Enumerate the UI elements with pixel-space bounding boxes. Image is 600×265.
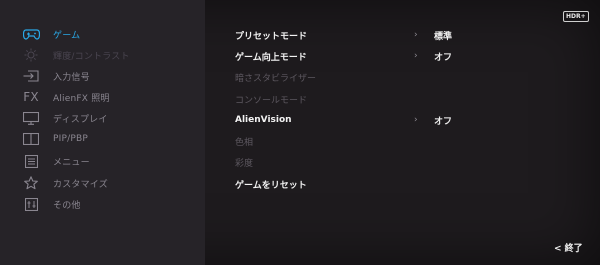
sidebar-item-game[interactable]: ゲーム bbox=[22, 24, 80, 44]
chevron-right-icon: › bbox=[414, 51, 418, 61]
menu-item-saturation: 彩度 bbox=[235, 153, 253, 171]
monitor-osd: ゲーム 輝度/コントラスト 入力信号 FX AlienFX 照明 ディスプレイ bbox=[0, 0, 600, 265]
brightness-icon bbox=[22, 48, 40, 62]
others-icon bbox=[22, 197, 40, 211]
menu-item-value: オフ bbox=[434, 52, 453, 63]
menu-item-label: プリセットモード bbox=[235, 31, 308, 42]
chevron-right-icon: › bbox=[414, 115, 418, 125]
menu-item-hue: 色相 bbox=[235, 132, 253, 150]
star-icon bbox=[22, 176, 40, 190]
menu-item-label: ゲームをリセット bbox=[235, 180, 307, 191]
sidebar-item-label: PIP/PBP bbox=[53, 134, 88, 144]
exit-button[interactable]: < 終了 bbox=[554, 241, 583, 254]
sidebar-item-label: ゲーム bbox=[53, 30, 81, 41]
menu-item-value: オフ bbox=[434, 116, 453, 127]
sidebar-item-menu[interactable]: メニュー bbox=[22, 151, 90, 171]
sidebar-item-label: カスタマイズ bbox=[53, 179, 108, 190]
menu-item-console-mode: コンソールモード bbox=[235, 90, 307, 108]
sidebar-item-customize[interactable]: カスタマイズ bbox=[22, 173, 108, 193]
sidebar-item-alienfx[interactable]: FX AlienFX 照明 bbox=[22, 87, 110, 107]
menu-item-label: 色相 bbox=[235, 137, 254, 148]
sidebar-item-label: 輝度/コントラスト bbox=[53, 51, 130, 62]
sidebar-item-input-source[interactable]: 入力信号 bbox=[22, 66, 90, 86]
fx-icon: FX bbox=[23, 90, 39, 104]
menu-item-value: 標準 bbox=[434, 31, 453, 42]
sidebar-item-label: AlienFX 照明 bbox=[53, 93, 110, 104]
pip-icon bbox=[22, 132, 40, 146]
sidebar-item-label: ディスプレイ bbox=[53, 114, 108, 125]
hdr-badge: HDR+ bbox=[563, 11, 589, 22]
menu-item-label: AlienVision bbox=[235, 115, 292, 125]
monitor-icon bbox=[22, 111, 40, 125]
sidebar-item-brightness-contrast[interactable]: 輝度/コントラスト bbox=[22, 45, 130, 65]
sidebar: ゲーム 輝度/コントラスト 入力信号 FX AlienFX 照明 ディスプレイ bbox=[0, 0, 205, 265]
menu-item-dark-stabilizer: 暗さスタビライザー bbox=[235, 68, 316, 86]
menu-item-game-enhance-mode[interactable]: ゲーム向上モード bbox=[235, 47, 307, 65]
sidebar-item-label: その他 bbox=[53, 200, 81, 211]
chevron-right-icon: › bbox=[414, 30, 418, 40]
menu-item-preset-mode[interactable]: プリセットモード bbox=[235, 26, 307, 44]
sidebar-item-others[interactable]: その他 bbox=[22, 194, 81, 214]
sidebar-item-display[interactable]: ディスプレイ bbox=[22, 108, 108, 128]
menu-item-label: 暗さスタビライザー bbox=[235, 73, 317, 84]
menu-item-reset-game[interactable]: ゲームをリセット bbox=[235, 175, 307, 193]
sidebar-item-label: メニュー bbox=[53, 157, 90, 168]
menu-icon bbox=[22, 154, 40, 168]
input-icon bbox=[22, 69, 40, 83]
sidebar-item-label: 入力信号 bbox=[53, 72, 90, 83]
menu-item-label: ゲーム向上モード bbox=[235, 52, 307, 63]
menu-item-alienvision[interactable]: AlienVision bbox=[235, 111, 292, 129]
sidebar-item-pip-pbp[interactable]: PIP/PBP bbox=[22, 129, 88, 149]
gamepad-icon bbox=[22, 27, 40, 41]
menu-item-label: 彩度 bbox=[235, 158, 254, 169]
menu-item-label: コンソールモード bbox=[235, 95, 308, 106]
